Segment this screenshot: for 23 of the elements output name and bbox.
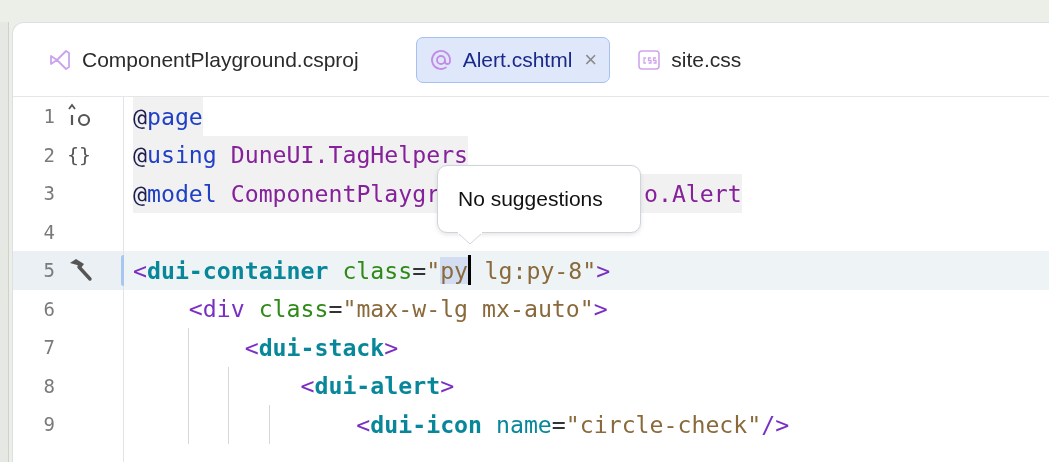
line-number: 3 bbox=[42, 182, 55, 205]
line-number: 5 bbox=[42, 259, 55, 282]
line-number: 2 bbox=[42, 143, 55, 166]
visual-studio-icon bbox=[48, 47, 72, 72]
code-line: <div class="max-w-lg mx-auto"> bbox=[187, 294, 608, 325]
text-cursor bbox=[468, 255, 471, 286]
code-line: <dui-alert> bbox=[299, 371, 455, 402]
line-number: 6 bbox=[42, 297, 55, 320]
line-number: 8 bbox=[42, 374, 55, 397]
line-number: 7 bbox=[42, 336, 55, 359]
css-file-icon bbox=[637, 47, 662, 72]
line-number: 9 bbox=[42, 413, 55, 436]
code-line: <dui-stack> bbox=[243, 332, 399, 363]
editor-tab[interactable]: ComponentPlayground.csproj bbox=[35, 36, 372, 83]
editor-tab[interactable]: site.css bbox=[624, 36, 755, 83]
line-number: 1 bbox=[42, 105, 55, 128]
braces-icon[interactable]: {} bbox=[67, 142, 92, 167]
line-number: 4 bbox=[42, 220, 55, 243]
code-line: <dui-container class="py lg:py-8"> bbox=[133, 254, 611, 288]
editor-tab[interactable]: Alert.cshtml × bbox=[415, 36, 611, 83]
tooltip-text: No suggestions bbox=[458, 187, 603, 211]
code-line: <dui-icon name="circle-check"/> bbox=[355, 409, 790, 440]
at-sign-icon bbox=[428, 47, 453, 72]
